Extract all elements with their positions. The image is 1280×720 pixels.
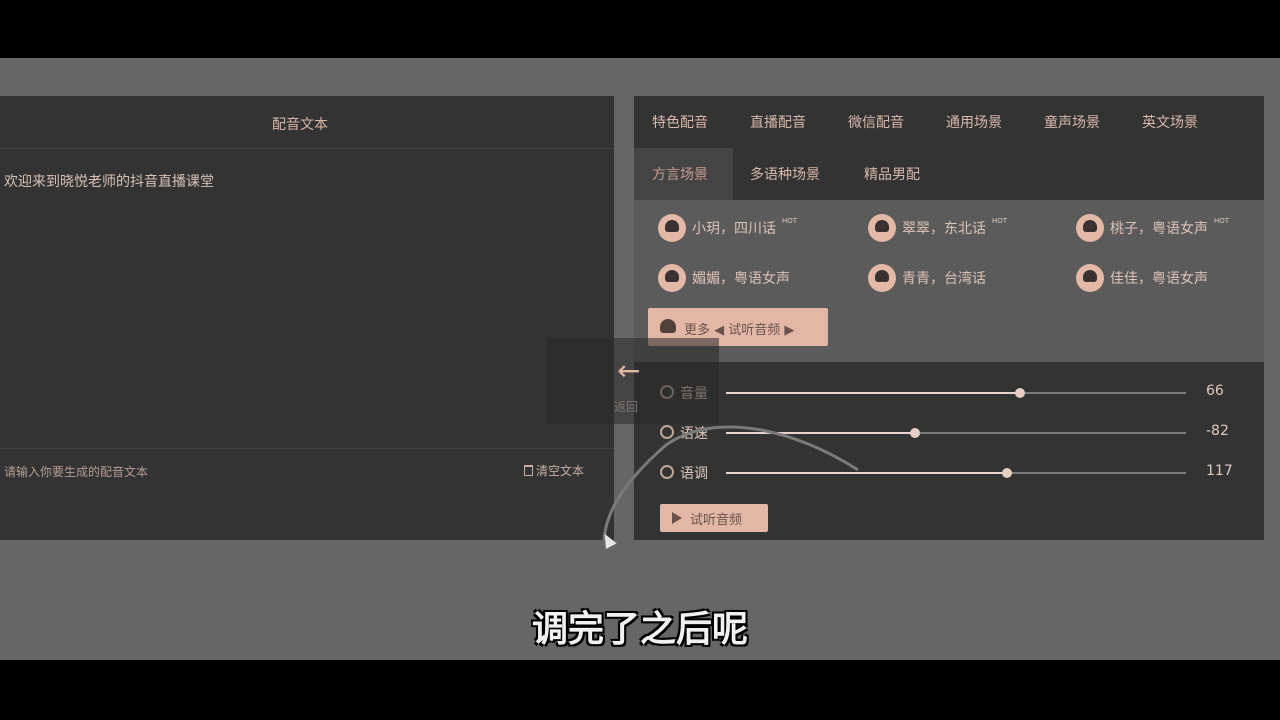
clear-text-button[interactable]: 清空文本 <box>524 462 584 479</box>
pitch-value: 117 <box>1206 463 1233 479</box>
headphone-icon <box>868 214 896 242</box>
scene-tabs-row-2: 方言场景 多语种场景 精品男配 <box>634 148 1264 200</box>
letterbox-bottom <box>0 660 1280 720</box>
tab-live[interactable]: 直播配音 <box>750 112 806 132</box>
footer-divider <box>0 448 614 449</box>
tab-general[interactable]: 通用场景 <box>946 112 1002 132</box>
tab-wechat[interactable]: 微信配音 <box>848 112 904 132</box>
dubbing-text-content[interactable]: 欢迎来到晓悦老师的抖音直播课堂 <box>4 171 214 191</box>
voice-option[interactable]: 媚媚，粤语女声 <box>658 264 790 292</box>
pitch-slider-handle[interactable] <box>1001 468 1012 478</box>
hot-badge: HOT <box>992 217 1008 225</box>
voice-option[interactable]: 佳佳，粤语女声 <box>1076 264 1208 292</box>
voice-option[interactable]: 翠翠，东北话 HOT <box>868 214 1007 242</box>
volume-value: 66 <box>1206 383 1224 399</box>
tab-premium-male[interactable]: 精品男配 <box>864 164 920 184</box>
voice-option[interactable]: 小玥，四川话 HOT <box>658 214 797 242</box>
voice-name: 桃子，粤语女声 <box>1110 221 1208 237</box>
video-subtitle: 调完了之后呢 <box>531 609 748 650</box>
voice-name: 翠翠，东北话 <box>902 221 986 237</box>
voice-name: 小玥，四川话 <box>692 221 776 237</box>
more-voices-label: 更多 ◀ 试听音频 ▶ <box>684 323 795 338</box>
speed-slider-handle[interactable] <box>909 428 920 438</box>
letterbox-top <box>0 0 1280 58</box>
headphone-icon <box>658 264 686 292</box>
scene-tabs-row-1: 特色配音 直播配音 微信配音 通用场景 童声场景 英文场景 <box>634 96 1264 148</box>
tab-dialect[interactable]: 方言场景 <box>652 164 708 184</box>
voice-option[interactable]: 青青，台湾话 <box>868 264 986 292</box>
tab-multilingual[interactable]: 多语种场景 <box>750 164 820 184</box>
text-panel-header: 配音文本 <box>0 96 614 149</box>
hot-badge: HOT <box>1214 217 1230 225</box>
volume-slider-row: 音量 66 <box>634 378 1264 408</box>
tab-english[interactable]: 英文场景 <box>1142 112 1198 132</box>
headphone-icon <box>660 319 676 333</box>
text-input-hint: 请输入你要生成的配音文本 <box>4 465 149 479</box>
headphone-icon <box>1076 214 1104 242</box>
voice-name: 青青，台湾话 <box>902 271 986 287</box>
volume-slider-fill <box>726 392 1021 394</box>
back-arrow-icon[interactable]: ← <box>617 356 640 386</box>
tab-featured[interactable]: 特色配音 <box>652 112 708 132</box>
dubbing-text-panel: 配音文本 欢迎来到晓悦老师的抖音直播课堂 请输入你要生成的配音文本 清空文本 <box>0 96 614 540</box>
text-panel-title: 配音文本 <box>272 117 328 133</box>
voice-name: 媚媚，粤语女声 <box>692 271 790 287</box>
headphone-icon <box>658 214 686 242</box>
voice-option[interactable]: 桃子，粤语女声 HOT <box>1076 214 1229 242</box>
trash-icon <box>524 465 533 476</box>
tab-children[interactable]: 童声场景 <box>1044 112 1100 132</box>
cursor-trail <box>602 425 859 541</box>
headphone-icon <box>868 264 896 292</box>
hot-badge: HOT <box>782 217 798 225</box>
back-tooltip-label: 返回 <box>614 400 639 414</box>
voice-name: 佳佳，粤语女声 <box>1110 271 1208 287</box>
volume-slider[interactable] <box>726 388 1186 398</box>
speed-value: -82 <box>1206 423 1229 439</box>
headphone-icon <box>1076 264 1104 292</box>
clear-text-label: 清空文本 <box>536 464 585 478</box>
volume-slider-handle[interactable] <box>1015 388 1026 398</box>
